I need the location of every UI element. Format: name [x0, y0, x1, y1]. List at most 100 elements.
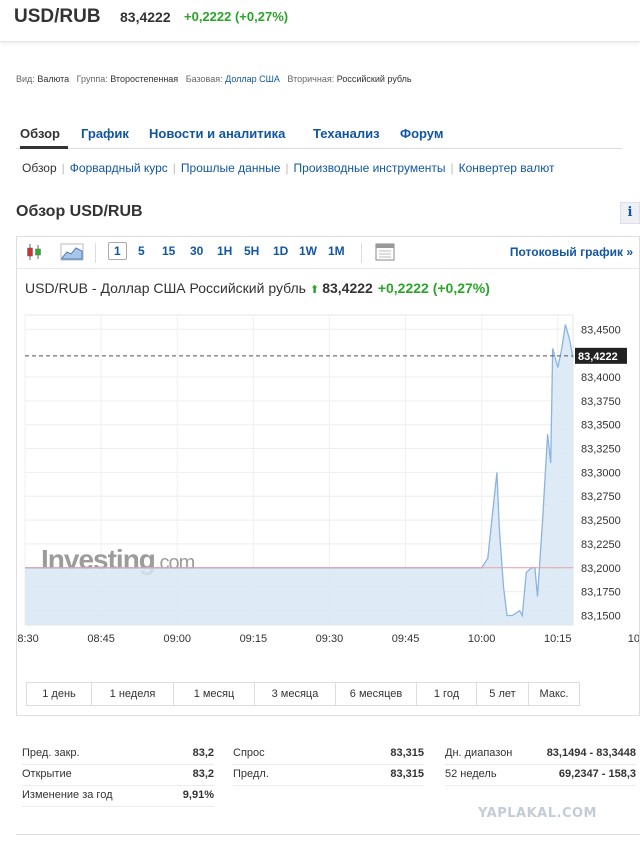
x-tick-label: 09:30 — [316, 633, 344, 645]
meta-base-link[interactable]: Доллар США — [225, 74, 280, 84]
stat-row: Изменение за год 9,91% — [22, 786, 214, 807]
x-tick-label: 10:00 — [468, 633, 496, 645]
y-tick-label: 83,3750 — [581, 396, 621, 408]
stat-label: Открытие — [22, 768, 72, 780]
y-tick-label: 83,3000 — [581, 467, 621, 479]
chart-toolbar: 1 5 15 30 1H 5H 1D 1W 1M Потоковый графи… — [17, 237, 639, 269]
y-tick-label: 83,1750 — [581, 587, 621, 599]
stat-row: Спрос 83,315 — [233, 744, 424, 765]
y-tick-label: 83,2250 — [581, 539, 621, 551]
stat-row: Дн. диапазон 83,1494 - 83,3448 — [445, 744, 636, 765]
instrument-meta: Вид: Валюта Группа: Второстепенная Базов… — [16, 74, 417, 84]
subnav-historical[interactable]: Прошлые данные — [181, 161, 280, 175]
subnav-converter[interactable]: Конвертер валют — [459, 161, 555, 175]
chart-widget: 1 5 15 30 1H 5H 1D 1W 1M Потоковый графи… — [16, 236, 640, 716]
current-price-label: 83,4222 — [578, 351, 618, 363]
subnav-separator: | — [172, 161, 176, 175]
tab-forum[interactable]: Форум — [400, 126, 443, 141]
y-tick-label: 83,2500 — [581, 515, 621, 527]
stat-value: 83,2 — [192, 768, 214, 780]
range-6-months[interactable]: 6 месяцев — [336, 683, 417, 705]
y-tick-label: 83,1500 — [581, 610, 621, 622]
x-tick-label: 09:45 — [392, 633, 420, 645]
info-icon[interactable]: i — [620, 202, 640, 224]
y-tick-label: 83,3500 — [581, 420, 621, 432]
tab-overview[interactable]: Обзор — [20, 126, 60, 141]
meta-group-value: Второстепенная — [110, 74, 179, 84]
toolbar-divider — [361, 243, 362, 263]
range-1-month[interactable]: 1 месяц — [174, 683, 255, 705]
y-tick-label: 83,4000 — [581, 372, 621, 384]
stat-row: Пред. закр. 83,2 — [22, 744, 214, 765]
meta-base-label: Базовая: — [185, 74, 223, 84]
y-tick-label: 83,2750 — [581, 491, 621, 503]
timeframe-1[interactable]: 1 — [108, 242, 127, 260]
timeframe-1m[interactable]: 1M — [328, 244, 345, 258]
candlestick-icon[interactable] — [23, 241, 49, 263]
range-max[interactable]: Макс. — [529, 683, 579, 705]
x-tick-label: 08:30 — [17, 633, 39, 645]
range-1-week[interactable]: 1 неделя — [92, 683, 174, 705]
section-title: Обзор USD/RUB — [16, 203, 143, 220]
range-1-day[interactable]: 1 день — [27, 683, 92, 705]
timeframe-5[interactable]: 5 — [138, 244, 145, 258]
timeframe-1w[interactable]: 1W — [299, 244, 317, 258]
stats-column-1: Пред. закр. 83,2 Открытие 83,2 Изменение… — [22, 744, 214, 807]
instrument-pair: USD/RUB — [14, 6, 101, 27]
active-tab-underline — [20, 146, 68, 149]
stat-value: 83,315 — [390, 747, 424, 759]
meta-secondary-label: Вторичная: — [287, 74, 335, 84]
sub-navigation: Обзор | Форвардный курс | Прошлые данные | Про… — [22, 161, 554, 175]
stat-row: 52 недель 69,2347 - 158,3 — [445, 765, 636, 786]
stat-row: Открытие 83,2 — [22, 765, 214, 786]
tab-technical[interactable]: Теханализ — [313, 126, 380, 141]
timeframe-1h[interactable]: 1H — [217, 244, 232, 258]
subnav-forward[interactable]: Форвардный курс — [70, 161, 168, 175]
range-1-year[interactable]: 1 год — [417, 683, 477, 705]
meta-type-label: Вид: — [16, 74, 35, 84]
meta-secondary-value: Российский рубль — [336, 74, 412, 84]
instrument-price: 83,4222 — [120, 9, 171, 25]
chart-title-change: +0,2222 (+0,27%) — [377, 280, 490, 296]
x-tick-label: 09:15 — [240, 633, 268, 645]
range-3-months[interactable]: 3 месяца — [255, 683, 336, 705]
area-chart-icon[interactable] — [59, 241, 85, 263]
range-selector: 1 день 1 неделя 1 месяц 3 месяца 6 месяц… — [26, 682, 580, 706]
main-tabs: Обзор График Новости и аналитика Теханал… — [16, 121, 622, 149]
timeframe-15[interactable]: 15 — [162, 244, 175, 258]
tab-news[interactable]: Новости и аналитика — [149, 126, 285, 141]
stat-value: 69,2347 - 158,3 — [558, 768, 636, 780]
streaming-chart-link[interactable]: Потоковый график » — [510, 245, 633, 259]
subnav-separator: | — [285, 161, 289, 175]
stat-value: 9,91% — [182, 789, 214, 801]
chart-title: USD/RUB - Доллар США Российский рубль ⬆ 83… — [25, 280, 490, 296]
meta-group-label: Группа: — [76, 74, 108, 84]
subnav-separator: | — [61, 161, 65, 175]
up-arrow-icon: ⬆ — [309, 284, 320, 296]
stat-label: Предл. — [233, 768, 269, 780]
tab-chart[interactable]: График — [81, 126, 129, 141]
stat-value: 83,1494 - 83,3448 — [546, 747, 636, 759]
subnav-separator: | — [450, 161, 454, 175]
y-tick-label: 83,4500 — [581, 324, 621, 336]
stat-label: Изменение за год — [22, 789, 113, 801]
x-tick-label: 08:45 — [87, 633, 115, 645]
subnav-derivatives[interactable]: Производные инструменты — [294, 161, 446, 175]
timeframe-5h[interactable]: 5H — [244, 244, 259, 258]
site-watermark: YAPLAKAL.COM — [478, 806, 597, 821]
chart-title-text: USD/RUB - Доллар США Российский рубль — [25, 280, 306, 296]
calendar-icon[interactable] — [372, 241, 398, 263]
stat-row: Предл. 83,315 — [233, 765, 424, 786]
timeframe-1d[interactable]: 1D — [273, 244, 288, 258]
subnav-overview[interactable]: Обзор — [22, 161, 57, 175]
range-5-years[interactable]: 5 лет — [477, 683, 529, 705]
stat-label: Дн. диапазон — [445, 747, 513, 759]
timeframe-30[interactable]: 30 — [190, 244, 203, 258]
y-tick-label: 83,3250 — [581, 444, 621, 456]
instrument-header: USD/RUB 83,4222 +0,2222 (+0,27%) — [0, 0, 640, 42]
price-chart[interactable]: 83,4500 83,4000 83,3750 83,3500 83,3250 83,30… — [17, 307, 639, 662]
x-tick-label: 10 — [628, 633, 639, 645]
y-tick-label: 83,2000 — [581, 563, 621, 575]
stat-label: 52 недель — [445, 768, 497, 780]
toolbar-divider — [95, 243, 96, 263]
